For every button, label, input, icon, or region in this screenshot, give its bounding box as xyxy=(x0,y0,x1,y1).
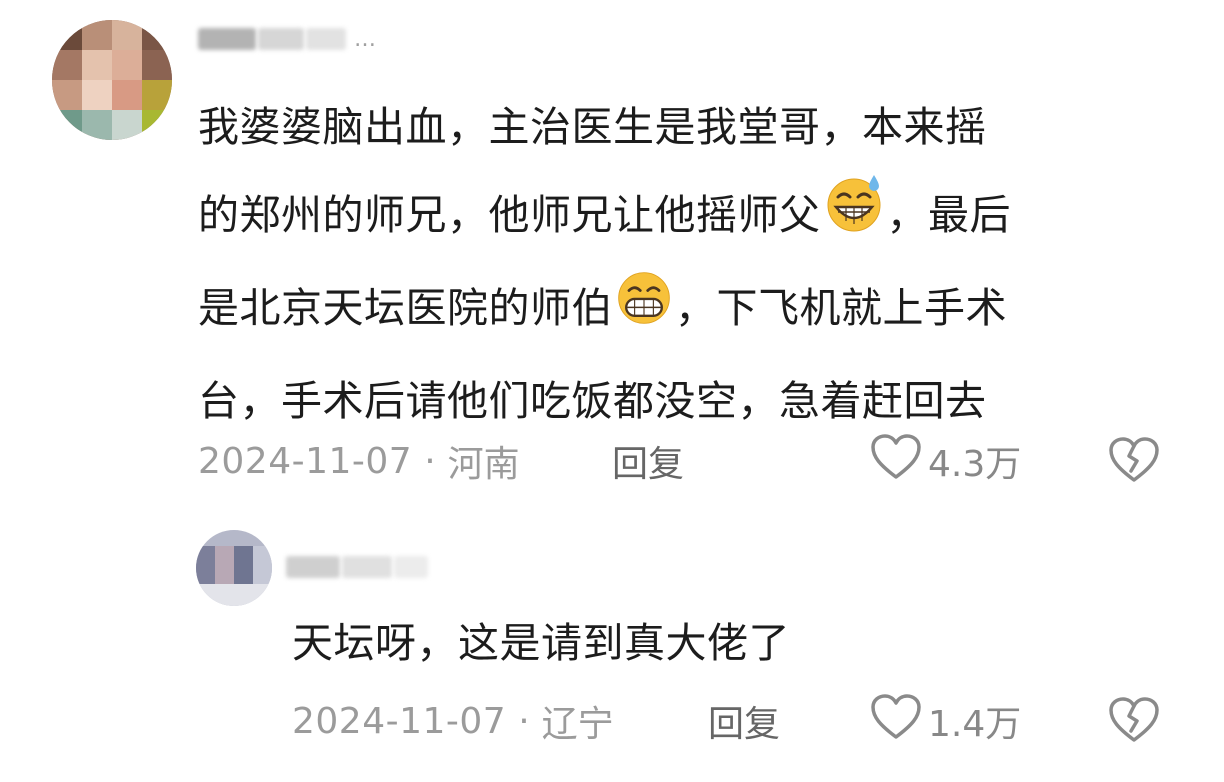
comment-date: 2024-11-07 xyxy=(292,700,507,742)
comment-body: 我婆婆脑出血，主治医生是我堂哥，本来摇 的郑州的师兄，他师兄让他摇师父 ，最后 … xyxy=(198,84,1011,445)
avatar[interactable] xyxy=(52,20,172,140)
username-blur xyxy=(286,556,340,578)
broken-heart-icon xyxy=(1108,437,1160,488)
like-count: 4.3万 xyxy=(928,444,1022,485)
comment-meta: 2024-11-07 · 河南 回复 xyxy=(198,436,1198,486)
comment-line: 天坛呀，这是请到真大佬了 xyxy=(292,619,790,667)
comment-item: … 我婆婆脑出血，主治医生是我堂哥，本来摇 的郑州的师兄，他师兄让他摇师父 ，最… xyxy=(0,0,1224,510)
reply-button[interactable]: 回复 xyxy=(708,695,780,747)
comment-line: 是北京天坛医院的师伯 ，下飞机就上手术 xyxy=(198,265,1011,358)
comment-location: 辽宁 xyxy=(541,704,614,745)
username[interactable] xyxy=(286,552,428,582)
username-ellipsis: … xyxy=(354,26,377,52)
reply-button[interactable]: 回复 xyxy=(612,435,684,487)
comment-body: 天坛呀，这是请到真大佬了 xyxy=(292,600,790,687)
like-count: 1.4万 xyxy=(928,704,1022,745)
like-button[interactable]: 4.3万 xyxy=(870,433,1022,486)
broken-heart-icon xyxy=(1108,697,1160,748)
username-blur xyxy=(342,556,392,578)
dislike-button[interactable] xyxy=(1108,696,1160,746)
reply-item: 天坛呀，这是请到真大佬了 2024-11-07 · 辽宁 回复 1.4万 xyxy=(0,510,1224,782)
grinning-sweat-emoji xyxy=(822,171,886,265)
username[interactable]: … xyxy=(198,24,377,54)
comment-meta: 2024-11-07 · 辽宁 回复 xyxy=(292,696,1192,746)
comment-line: 的郑州的师兄，他师兄让他摇师父 ，最后 xyxy=(198,171,1011,265)
grinning-teeth-emoji xyxy=(614,268,674,358)
dislike-button[interactable] xyxy=(1108,436,1160,486)
like-button[interactable]: 1.4万 xyxy=(870,693,1022,746)
meta-separator: · xyxy=(424,440,436,482)
comment-line: 我婆婆脑出血，主治医生是我堂哥，本来摇 xyxy=(198,103,987,151)
username-blur xyxy=(306,28,346,50)
comment-location: 河南 xyxy=(447,444,520,485)
heart-outline-icon xyxy=(870,433,928,490)
meta-separator: · xyxy=(518,700,530,742)
heart-outline-icon xyxy=(870,693,928,750)
avatar[interactable] xyxy=(196,530,272,606)
comment-date: 2024-11-07 xyxy=(198,440,413,482)
username-blur xyxy=(394,556,428,578)
username-blur xyxy=(258,28,304,50)
username-blur xyxy=(198,28,256,50)
